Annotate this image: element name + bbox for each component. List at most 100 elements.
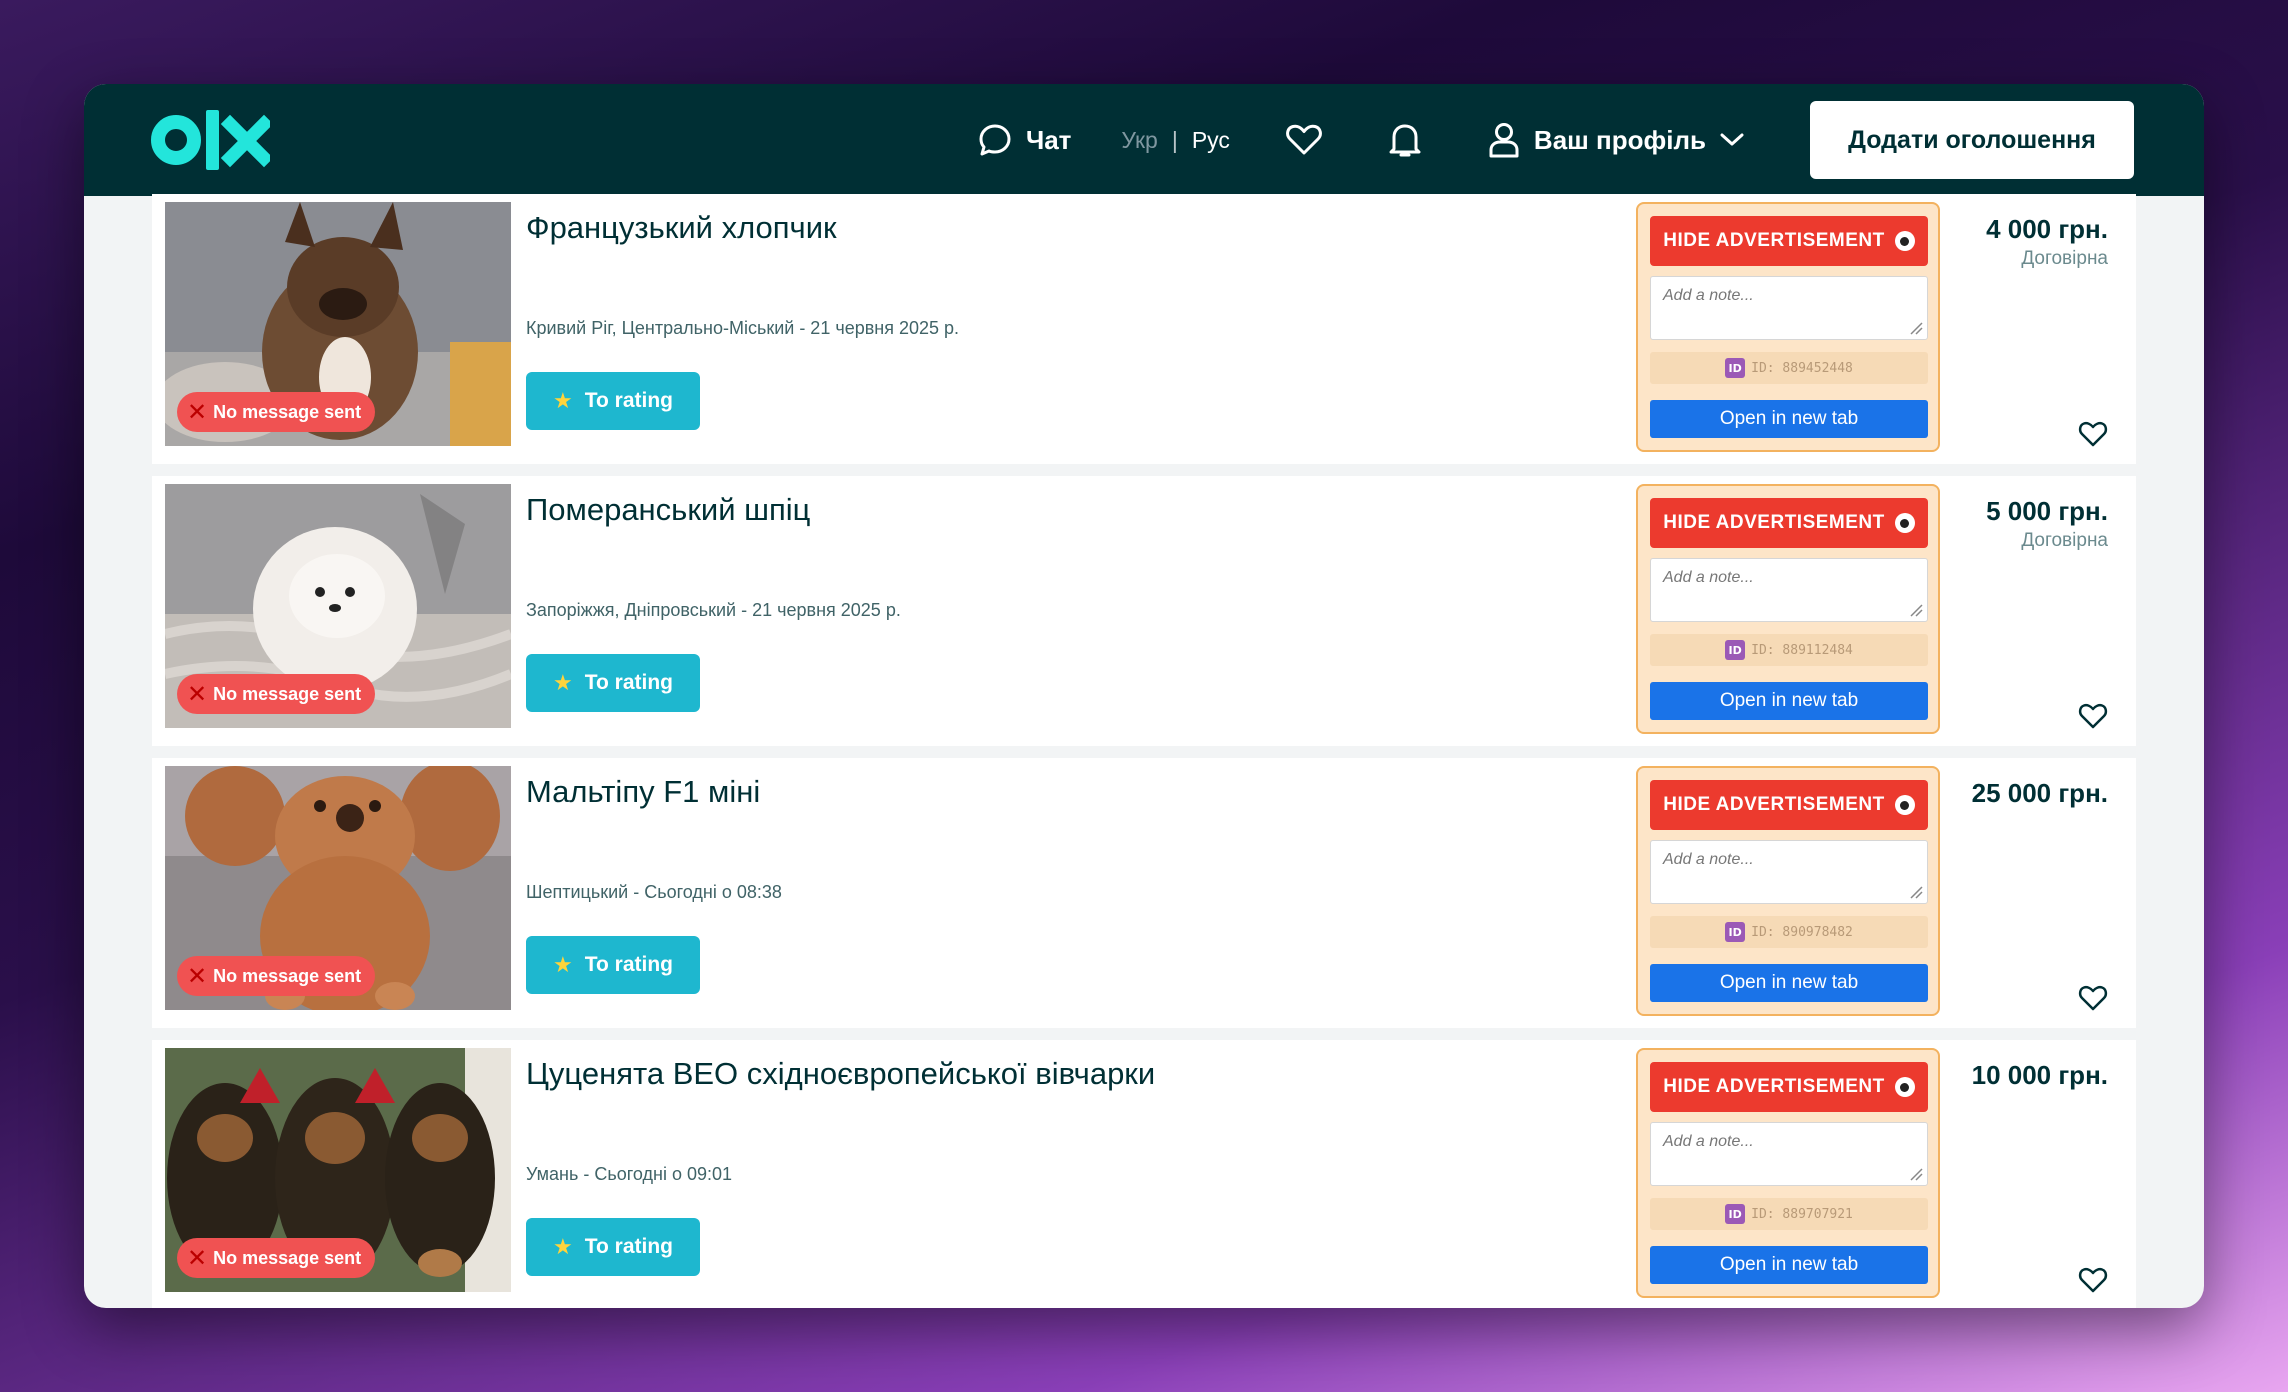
no-message-label: No message sent: [213, 1247, 362, 1268]
no-message-badge: ✕ No message sent: [177, 1238, 376, 1278]
hide-advertisement-button[interactable]: HIDE ADVERTISEMENT: [1650, 498, 1928, 548]
listing-title[interactable]: Французький хлопчик: [526, 210, 837, 246]
listing-id-badge: ID ID: 890978482: [1650, 916, 1928, 948]
to-rating-button[interactable]: ★ To rating: [526, 936, 700, 994]
listing-location-date: Кривий Ріг, Центрально-Міський - 21 черв…: [526, 318, 960, 338]
listing-title[interactable]: Цуценята ВЕО східноєвропейської вівчарки: [526, 1056, 1155, 1092]
resize-grip-icon[interactable]: [1909, 1167, 1923, 1181]
negotiable-label: Договірна: [2021, 248, 2108, 269]
listing-id-text: ID: 890978482: [1751, 924, 1853, 940]
to-rating-label: To rating: [584, 671, 673, 694]
note-placeholder: Add a note...: [1663, 851, 1754, 868]
profile-label: Ваш профіль: [1533, 124, 1706, 155]
hide-advertisement-button[interactable]: HIDE ADVERTISEMENT: [1650, 1062, 1928, 1112]
no-message-badge: ✕ No message sent: [177, 392, 376, 432]
listing-price: 4 000 грн.: [1986, 214, 2108, 244]
listing-id-badge: ID ID: 889452448: [1650, 352, 1928, 384]
id-icon: ID: [1725, 1204, 1746, 1224]
hide-advertisement-label: HIDE ADVERTISEMENT: [1663, 230, 1885, 251]
open-new-tab-button[interactable]: Open in new tab: [1650, 682, 1928, 720]
chevron-down-icon: [1720, 133, 1744, 146]
star-icon: ★: [553, 952, 573, 977]
listing-location-date: Запоріжжя, Дніпровський - 21 червня 2025…: [526, 600, 901, 620]
add-ad-button[interactable]: Додати оголошення: [1810, 101, 2134, 179]
heart-icon[interactable]: [2078, 702, 2108, 730]
to-rating-button[interactable]: ★ To rating: [526, 372, 700, 430]
no-message-label: No message sent: [213, 401, 362, 422]
hide-advertisement-button[interactable]: HIDE ADVERTISEMENT: [1650, 780, 1928, 830]
listing-price: 10 000 грн.: [1971, 1060, 2108, 1090]
id-icon: ID: [1725, 640, 1746, 660]
note-textarea[interactable]: Add a note...: [1650, 558, 1928, 622]
note-textarea[interactable]: Add a note...: [1650, 276, 1928, 340]
resize-grip-icon[interactable]: [1909, 885, 1923, 899]
listing-card[interactable]: ✕ No message sent Мальтіпу F1 міні Шепти…: [152, 758, 2136, 1028]
top-navigation-bar: Чат Укр | Рус Ваш профіль Додати оголоше…: [84, 84, 2204, 196]
listing-id-text: ID: 889452448: [1751, 360, 1853, 376]
no-message-badge: ✕ No message sent: [177, 674, 376, 714]
open-new-tab-button[interactable]: Open in new tab: [1650, 1246, 1928, 1284]
notifications-button[interactable]: [1388, 122, 1422, 158]
heart-icon[interactable]: [2078, 984, 2108, 1012]
hide-advertisement-label: HIDE ADVERTISEMENT: [1663, 1076, 1885, 1097]
bell-icon: [1389, 124, 1421, 157]
listing-id-badge: ID ID: 889112484: [1650, 634, 1928, 666]
olx-logo[interactable]: [150, 104, 274, 176]
id-icon: ID: [1725, 922, 1746, 942]
open-new-tab-button[interactable]: Open in new tab: [1650, 964, 1928, 1002]
listing-id-badge: ID ID: 889707921: [1650, 1198, 1928, 1230]
to-rating-label: To rating: [584, 953, 673, 976]
browser-window: Чат Укр | Рус Ваш профіль Додати оголоше…: [84, 84, 2204, 1308]
no-message-badge: ✕ No message sent: [177, 956, 376, 996]
listing-photo[interactable]: ✕ No message sent: [165, 202, 511, 446]
to-rating-label: To rating: [584, 389, 673, 412]
listing-location-date: Умань - Сьогодні о 09:01: [526, 1164, 732, 1184]
resize-grip-icon[interactable]: [1909, 603, 1923, 617]
heart-icon: [1286, 124, 1322, 155]
hide-advertisement-button[interactable]: HIDE ADVERTISEMENT: [1650, 216, 1928, 266]
listing-price: 5 000 грн.: [1986, 496, 2108, 526]
resize-grip-icon[interactable]: [1909, 321, 1923, 335]
note-placeholder: Add a note...: [1663, 1133, 1754, 1150]
heart-icon[interactable]: [2078, 1266, 2108, 1294]
listing-photo[interactable]: ✕ No message sent: [165, 766, 511, 1010]
heart-icon[interactable]: [2078, 420, 2108, 448]
id-icon: ID: [1725, 358, 1746, 378]
cross-icon: ✕: [187, 962, 208, 990]
to-rating-label: To rating: [584, 1235, 673, 1258]
listing-title[interactable]: Померанський шпіц: [526, 492, 810, 528]
chat-icon: [979, 124, 1011, 156]
cross-icon: ✕: [187, 1244, 208, 1272]
chat-link[interactable]: Чат: [978, 123, 1071, 157]
extension-panel: HIDE ADVERTISEMENT Add a note... ID ID: …: [1636, 1048, 1940, 1298]
listing-title[interactable]: Мальтіпу F1 міні: [526, 774, 760, 810]
profile-menu[interactable]: Ваш профіль: [1488, 122, 1744, 158]
listing-card[interactable]: ✕ No message sent Померанський шпіц Запо…: [152, 476, 2136, 746]
favorites-button[interactable]: [1286, 124, 1322, 156]
listing-card[interactable]: ✕ No message sent Французький хлопчик Кр…: [152, 194, 2136, 464]
to-rating-button[interactable]: ★ To rating: [526, 1218, 700, 1276]
to-rating-button[interactable]: ★ To rating: [526, 654, 700, 712]
listing-photo[interactable]: ✕ No message sent: [165, 1048, 511, 1292]
no-message-label: No message sent: [213, 965, 362, 986]
listing-card[interactable]: ✕ No message sent Цуценята ВЕО східноєвр…: [152, 1040, 2136, 1308]
no-message-label: No message sent: [213, 683, 362, 704]
note-textarea[interactable]: Add a note...: [1650, 840, 1928, 904]
star-icon: ★: [553, 388, 573, 413]
chat-label: Чат: [1025, 124, 1072, 155]
extension-panel: HIDE ADVERTISEMENT Add a note... ID ID: …: [1636, 766, 1940, 1016]
eye-icon: [1894, 1077, 1915, 1097]
open-new-tab-button[interactable]: Open in new tab: [1650, 400, 1928, 438]
lang-uk[interactable]: Укр: [1121, 127, 1157, 154]
listing-price: 25 000 грн.: [1971, 778, 2108, 808]
hide-advertisement-label: HIDE ADVERTISEMENT: [1663, 512, 1885, 533]
lang-separator: |: [1171, 126, 1178, 153]
note-textarea[interactable]: Add a note...: [1650, 1122, 1928, 1186]
listing-photo[interactable]: ✕ No message sent: [165, 484, 511, 728]
star-icon: ★: [553, 1234, 573, 1259]
extension-panel: HIDE ADVERTISEMENT Add a note... ID ID: …: [1636, 202, 1940, 452]
listing-location-date: Шептицький - Сьогодні о 08:38: [526, 882, 782, 902]
language-switcher: Укр | Рус: [1121, 127, 1230, 154]
eye-icon: [1894, 795, 1915, 815]
lang-ru[interactable]: Рус: [1192, 127, 1230, 154]
